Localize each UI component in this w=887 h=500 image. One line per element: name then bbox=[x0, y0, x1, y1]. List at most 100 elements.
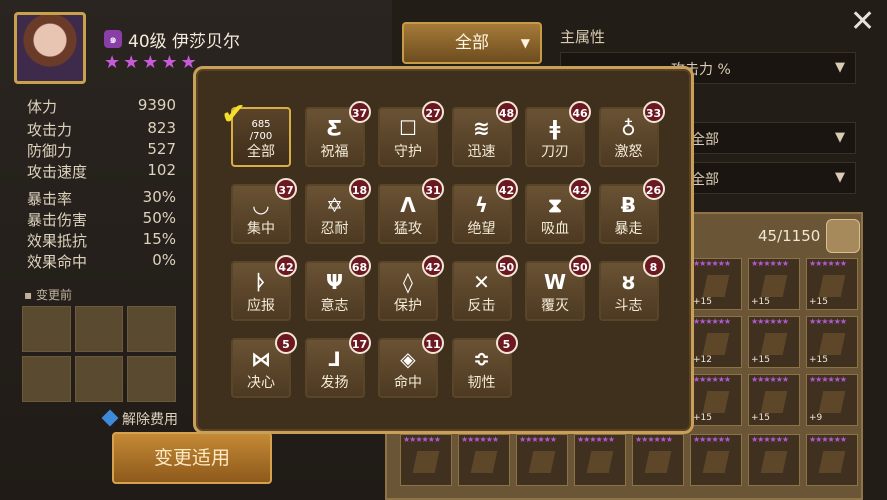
rune-glyph-icon bbox=[702, 451, 730, 473]
rune-slot[interactable] bbox=[22, 356, 71, 402]
rune-slot[interactable] bbox=[22, 306, 71, 352]
rune-slot[interactable] bbox=[74, 356, 124, 402]
rune-set-tile[interactable]: ϟ 绝望 42 bbox=[451, 178, 518, 244]
rune-item[interactable]: ★★★★★★ +15 bbox=[806, 258, 858, 310]
rune-count-badge: 46 bbox=[569, 101, 591, 123]
crystal-icon bbox=[101, 409, 119, 427]
rune-item[interactable]: ★★★★★★ +15 bbox=[690, 374, 742, 426]
rune-count-badge: 8 bbox=[642, 255, 665, 277]
triangle-down-icon: ▼ bbox=[835, 60, 845, 75]
rune-slot[interactable] bbox=[127, 356, 176, 402]
rune-set-all[interactable]: ✔ 685/700 全部 bbox=[221, 97, 291, 167]
rune-slot[interactable] bbox=[74, 306, 124, 352]
rune-item[interactable]: ★★★★★★ +15 bbox=[748, 258, 800, 310]
rune-stars: ★★★★★★ bbox=[751, 259, 789, 268]
stat-value: 15% bbox=[142, 230, 176, 248]
triangle-down-icon: ▼ bbox=[835, 170, 845, 185]
rune-set-label: 迅速 bbox=[467, 144, 496, 160]
rune-item[interactable]: ★★★★★★ +15 bbox=[748, 374, 800, 426]
rune-item[interactable]: ★★★★★★ bbox=[806, 434, 858, 486]
rune-item[interactable]: ★★★★★★ bbox=[400, 434, 452, 486]
rune-set-tile[interactable]: ♁ 激怒 33 bbox=[598, 101, 665, 167]
rune-set-tile[interactable]: ǂ 刀刃 46 bbox=[525, 101, 591, 167]
rune-set-tile[interactable]: Ψ 意志 68 bbox=[304, 255, 371, 321]
set-filter-label: 全部 bbox=[455, 33, 489, 53]
rune-level: +9 bbox=[809, 413, 823, 423]
stat-value: 527 bbox=[147, 140, 176, 158]
rune-item[interactable]: ★★★★★★ bbox=[458, 434, 510, 486]
rune-set-tile[interactable]: W 覆灭 50 bbox=[525, 255, 591, 321]
character-level-name: 40级 伊莎贝尔 bbox=[128, 32, 241, 52]
rune-item[interactable]: ★★★★★★ +9 bbox=[806, 374, 858, 426]
rune-slot[interactable] bbox=[127, 306, 176, 352]
rune-set-label: 命中 bbox=[394, 375, 422, 391]
rune-level: +15 bbox=[693, 413, 712, 423]
stat-label: 体力 bbox=[27, 98, 58, 116]
rune-item[interactable]: ★★★★★★ +15 bbox=[690, 258, 742, 310]
rune-set-label: 猛攻 bbox=[394, 221, 422, 237]
rune-count-badge: 33 bbox=[642, 101, 665, 123]
rune-set-tile[interactable]: ᒧ 发扬 17 bbox=[304, 332, 371, 398]
apply-change-button[interactable]: 变更适用 bbox=[112, 432, 272, 484]
main-attribute-title: 主属性 bbox=[560, 28, 606, 46]
rune-set-tile[interactable]: ȣ 斗志 8 bbox=[598, 255, 665, 321]
rune-count-badge: 27 bbox=[422, 101, 444, 123]
rune-set-tile[interactable]: ⋈ 决心 5 bbox=[231, 332, 297, 398]
rune-item[interactable]: ★★★★★★ bbox=[574, 434, 626, 486]
rune-set-tile[interactable]: ≎ 韧性 5 bbox=[451, 332, 518, 398]
rune-set-tile[interactable]: Λ 猛攻 31 bbox=[378, 178, 444, 244]
rune-stars: ★★★★★★ bbox=[751, 317, 789, 326]
rune-set-tile[interactable]: ⧗ 吸血 42 bbox=[525, 178, 591, 244]
rune-stars: ★★★★★★ bbox=[809, 375, 847, 384]
rune-item[interactable]: ★★★★★★ +12 bbox=[690, 316, 742, 368]
rune-glyph-icon bbox=[586, 451, 614, 473]
rune-stars: ★★★★★★ bbox=[751, 375, 789, 384]
rune-set-label: 全部 bbox=[247, 144, 275, 160]
rune-set-tile[interactable]: ✡ 忍耐 18 bbox=[304, 178, 371, 244]
stat-row-def: 防御力 527 bbox=[0, 140, 176, 160]
removal-fee: 解除费用 bbox=[101, 409, 178, 429]
rune-set-label: 意志 bbox=[320, 298, 349, 314]
rune-count-badge: 37 bbox=[348, 101, 371, 123]
triangle-down-icon: ▼ bbox=[520, 36, 530, 50]
rune-total-owned: 685 bbox=[251, 119, 271, 130]
rune-item[interactable]: ★★★★★★ bbox=[632, 434, 684, 486]
rune-glyph-icon bbox=[702, 391, 730, 413]
stat-row-spd: 攻击速度 102 bbox=[0, 161, 176, 181]
rune-count-badge: 50 bbox=[495, 255, 518, 277]
stat-label: 暴击率 bbox=[27, 190, 73, 208]
rune-set-label: 覆灭 bbox=[541, 298, 569, 314]
rune-stars: ★★★★★★ bbox=[693, 259, 731, 268]
rune-item[interactable]: ★★★★★★ bbox=[748, 434, 800, 486]
rune-set-tile[interactable]: ◈ 命中 11 bbox=[378, 332, 444, 398]
rune-level: +15 bbox=[751, 297, 770, 307]
stat-value: 0% bbox=[152, 251, 176, 269]
rune-set-label: 反击 bbox=[467, 298, 496, 314]
rune-set-tile[interactable]: ☐ 守护 27 bbox=[378, 101, 444, 167]
rune-stars: ★★★★★★ bbox=[693, 375, 731, 384]
set-filter-button[interactable]: 全部 ▼ bbox=[402, 22, 542, 64]
rune-stars: ★★★★★★ bbox=[635, 435, 673, 444]
rune-glyph-icon bbox=[818, 333, 846, 355]
rune-level: +12 bbox=[693, 355, 712, 365]
rune-item[interactable]: ★★★★★★ bbox=[516, 434, 568, 486]
character-portrait[interactable] bbox=[14, 12, 86, 84]
rune-set-tile[interactable]: ◊ 保护 42 bbox=[378, 255, 444, 321]
rune-set-tile[interactable]: ≋ 迅速 48 bbox=[451, 101, 518, 167]
rune-set-tile[interactable]: ◡ 集中 37 bbox=[231, 178, 297, 244]
rune-count-badge: 5 bbox=[495, 332, 518, 354]
rune-set-label: 集中 bbox=[247, 221, 275, 237]
stat-label: 防御力 bbox=[27, 142, 73, 160]
rune-item[interactable]: ★★★★★★ +15 bbox=[806, 316, 858, 368]
rune-set-tile[interactable]: ✕ 反击 50 bbox=[451, 255, 518, 321]
rune-bag-icon[interactable] bbox=[826, 219, 860, 253]
rune-set-tile[interactable]: Ƀ 暴走 26 bbox=[598, 178, 665, 244]
rune-glyph-icon bbox=[818, 391, 846, 413]
rune-set-tile[interactable]: Ƹ 祝福 37 bbox=[304, 101, 371, 167]
rune-item[interactable]: ★★★★★★ bbox=[690, 434, 742, 486]
close-icon[interactable]: ✕ bbox=[850, 4, 875, 39]
rune-set-label: 应报 bbox=[247, 298, 275, 314]
rune-set-tile[interactable]: ᚦ 应报 42 bbox=[231, 255, 297, 321]
rune-item[interactable]: ★★★★★★ +15 bbox=[748, 316, 800, 368]
before-change-text: 变更前 bbox=[35, 288, 72, 302]
